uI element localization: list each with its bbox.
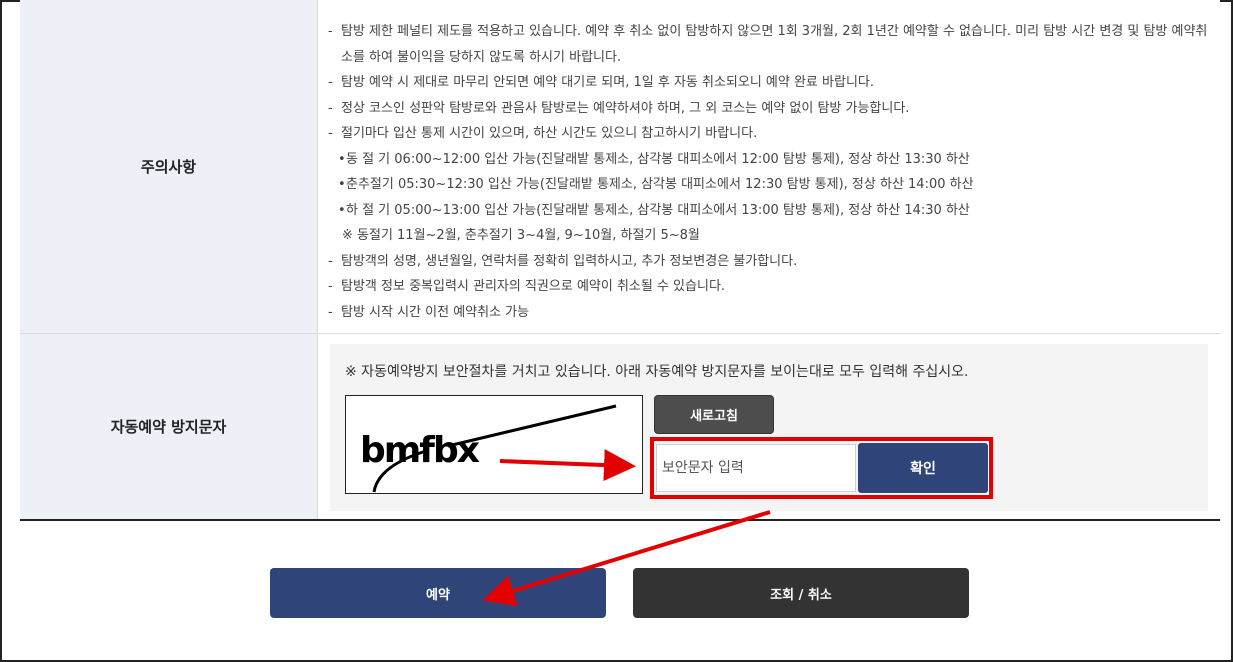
refresh-button[interactable]: 새로고침 (654, 395, 774, 434)
lookup-cancel-button[interactable]: 조회 / 취소 (633, 568, 969, 618)
notice-note: ※ 동절기 11월~2월, 춘추절기 3~4월, 9~10월, 하절기 5~8월 (342, 228, 700, 243)
captcha-image: bmfbx (345, 395, 643, 494)
notice-sub-item: 동 절 기 06:00~12:00 입산 가능(진달래밭 통제소, 삼각봉 대피… (328, 147, 1210, 173)
captcha-label: 자동예약 방지문자 (20, 334, 318, 519)
notice-item: 절기마다 입산 통제 시간이 있으며, 하산 시간도 있으니 참고하시기 바랍니… (328, 121, 1210, 147)
captcha-row: 자동예약 방지문자 ※ 자동예약방지 보안절차를 거치고 있습니다. 아래 자동… (20, 334, 1220, 521)
captcha-message: ※ 자동예약방지 보안절차를 거치고 있습니다. 아래 자동예약 방지문자를 보… (345, 364, 969, 380)
notice-item: 탐방 제한 페널티 제도를 적용하고 있습니다. 예약 후 취소 없이 탐방하지… (328, 19, 1210, 70)
notice-sub-item: 춘추절기 05:30~12:30 입산 가능(진달래밭 통제소, 삼각봉 대피소… (328, 172, 1210, 198)
confirm-button[interactable]: 확인 (858, 443, 988, 493)
notice-list: 탐방 제한 페널티 제도를 적용하고 있습니다. 예약 후 취소 없이 탐방하지… (318, 0, 1220, 335)
notice-item: 탐방객의 성명, 생년월일, 연락처를 정확히 입력하시고, 추가 정보변경은 … (328, 249, 1210, 275)
captcha-content: ※ 자동예약방지 보안절차를 거치고 있습니다. 아래 자동예약 방지문자를 보… (318, 334, 1220, 519)
notice-content: 탐방 제한 페널티 제도를 적용하고 있습니다. 예약 후 취소 없이 탐방하지… (318, 0, 1220, 333)
notice-item: 정상 코스인 성판악 탐방로와 관음사 탐방로는 예약하셔야 하며, 그 외 코… (328, 96, 1210, 122)
notice-row: 주의사항 탐방 제한 페널티 제도를 적용하고 있습니다. 예약 후 취소 없이… (20, 0, 1220, 334)
captcha-text: bmfbx (360, 430, 480, 471)
captcha-input[interactable] (656, 444, 856, 492)
notice-sub-item: 하 절 기 05:00~13:00 입산 가능(진달래밭 통제소, 삼각봉 대피… (328, 198, 1210, 224)
reservation-form-table: 주의사항 탐방 제한 페널티 제도를 적용하고 있습니다. 예약 후 취소 없이… (20, 0, 1220, 521)
notice-item: 탐방 예약 시 제대로 마무리 안되면 예약 대기로 되며, 1일 후 자동 취… (328, 70, 1210, 96)
notice-label: 주의사항 (20, 0, 318, 333)
notice-item: 탐방객 정보 중복입력시 관리자의 직권으로 예약이 취소될 수 있습니다. (328, 274, 1210, 300)
notice-item: 탐방 시작 시간 이전 예약취소 가능 (328, 300, 1210, 326)
captcha-box: ※ 자동예약방지 보안절차를 거치고 있습니다. 아래 자동예약 방지문자를 보… (330, 344, 1208, 511)
reserve-button[interactable]: 예약 (270, 568, 606, 618)
